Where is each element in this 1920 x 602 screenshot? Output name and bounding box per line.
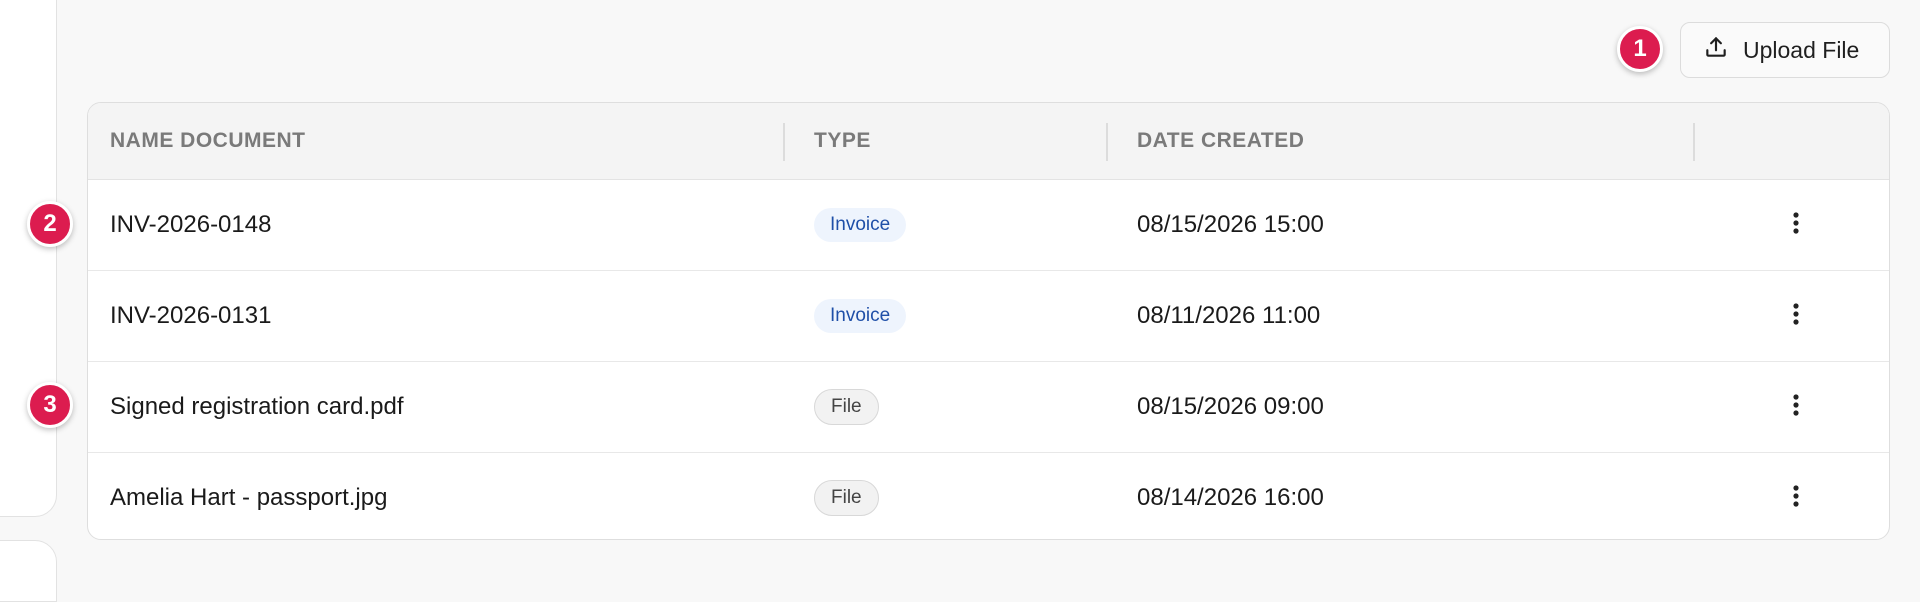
table-row[interactable]: Signed registration card.pdf File 08/15/… [88, 362, 1889, 453]
sidebar-panel [0, 0, 57, 517]
date-created: 08/11/2026 11:00 [1137, 302, 1321, 329]
column-header-date[interactable]: DATE CREATED [1137, 103, 1304, 179]
row-menu-button[interactable] [1776, 362, 1816, 452]
document-name[interactable]: Amelia Hart - passport.jpg [110, 453, 387, 539]
document-name[interactable]: INV-2026-0148 [110, 180, 271, 270]
document-name[interactable]: Signed registration card.pdf [110, 362, 404, 452]
sidebar-panel-lower [0, 540, 57, 602]
upload-icon [1703, 34, 1729, 66]
column-divider[interactable] [1693, 123, 1695, 161]
type-badge: Invoice [814, 208, 907, 242]
table-row[interactable]: Amelia Hart - passport.jpg File 08/14/20… [88, 453, 1889, 539]
step-badge-2: 2 [27, 201, 73, 247]
type-badge: Invoice [814, 299, 907, 333]
more-vertical-icon [1792, 211, 1800, 240]
table-row[interactable]: INV-2026-0131 Invoice 08/11/2026 11:00 [88, 271, 1889, 362]
more-vertical-icon [1792, 484, 1800, 513]
type-badge: File [814, 389, 879, 425]
more-vertical-icon [1792, 302, 1800, 331]
row-menu-button[interactable] [1776, 180, 1816, 270]
type-badge: File [814, 480, 879, 516]
date-created: 08/15/2026 15:00 [1137, 211, 1324, 238]
column-header-type[interactable]: TYPE [814, 103, 871, 179]
step-badge-3: 3 [27, 382, 73, 428]
upload-file-label: Upload File [1743, 36, 1860, 63]
more-vertical-icon [1792, 393, 1800, 422]
column-divider[interactable] [1106, 123, 1108, 161]
date-created: 08/14/2026 16:00 [1137, 484, 1324, 511]
step-badge-1: 1 [1617, 26, 1663, 72]
documents-table: NAME DOCUMENT TYPE DATE CREATED INV-2026… [87, 102, 1890, 540]
row-menu-button[interactable] [1776, 271, 1816, 361]
column-header-name[interactable]: NAME DOCUMENT [110, 103, 306, 179]
document-name[interactable]: INV-2026-0131 [110, 271, 271, 361]
table-header: NAME DOCUMENT TYPE DATE CREATED [88, 103, 1889, 180]
date-created: 08/15/2026 09:00 [1137, 393, 1324, 420]
column-divider[interactable] [783, 123, 785, 161]
upload-file-button[interactable]: Upload File [1680, 22, 1890, 78]
table-row[interactable]: INV-2026-0148 Invoice 08/15/2026 15:00 [88, 180, 1889, 271]
row-menu-button[interactable] [1776, 453, 1816, 539]
